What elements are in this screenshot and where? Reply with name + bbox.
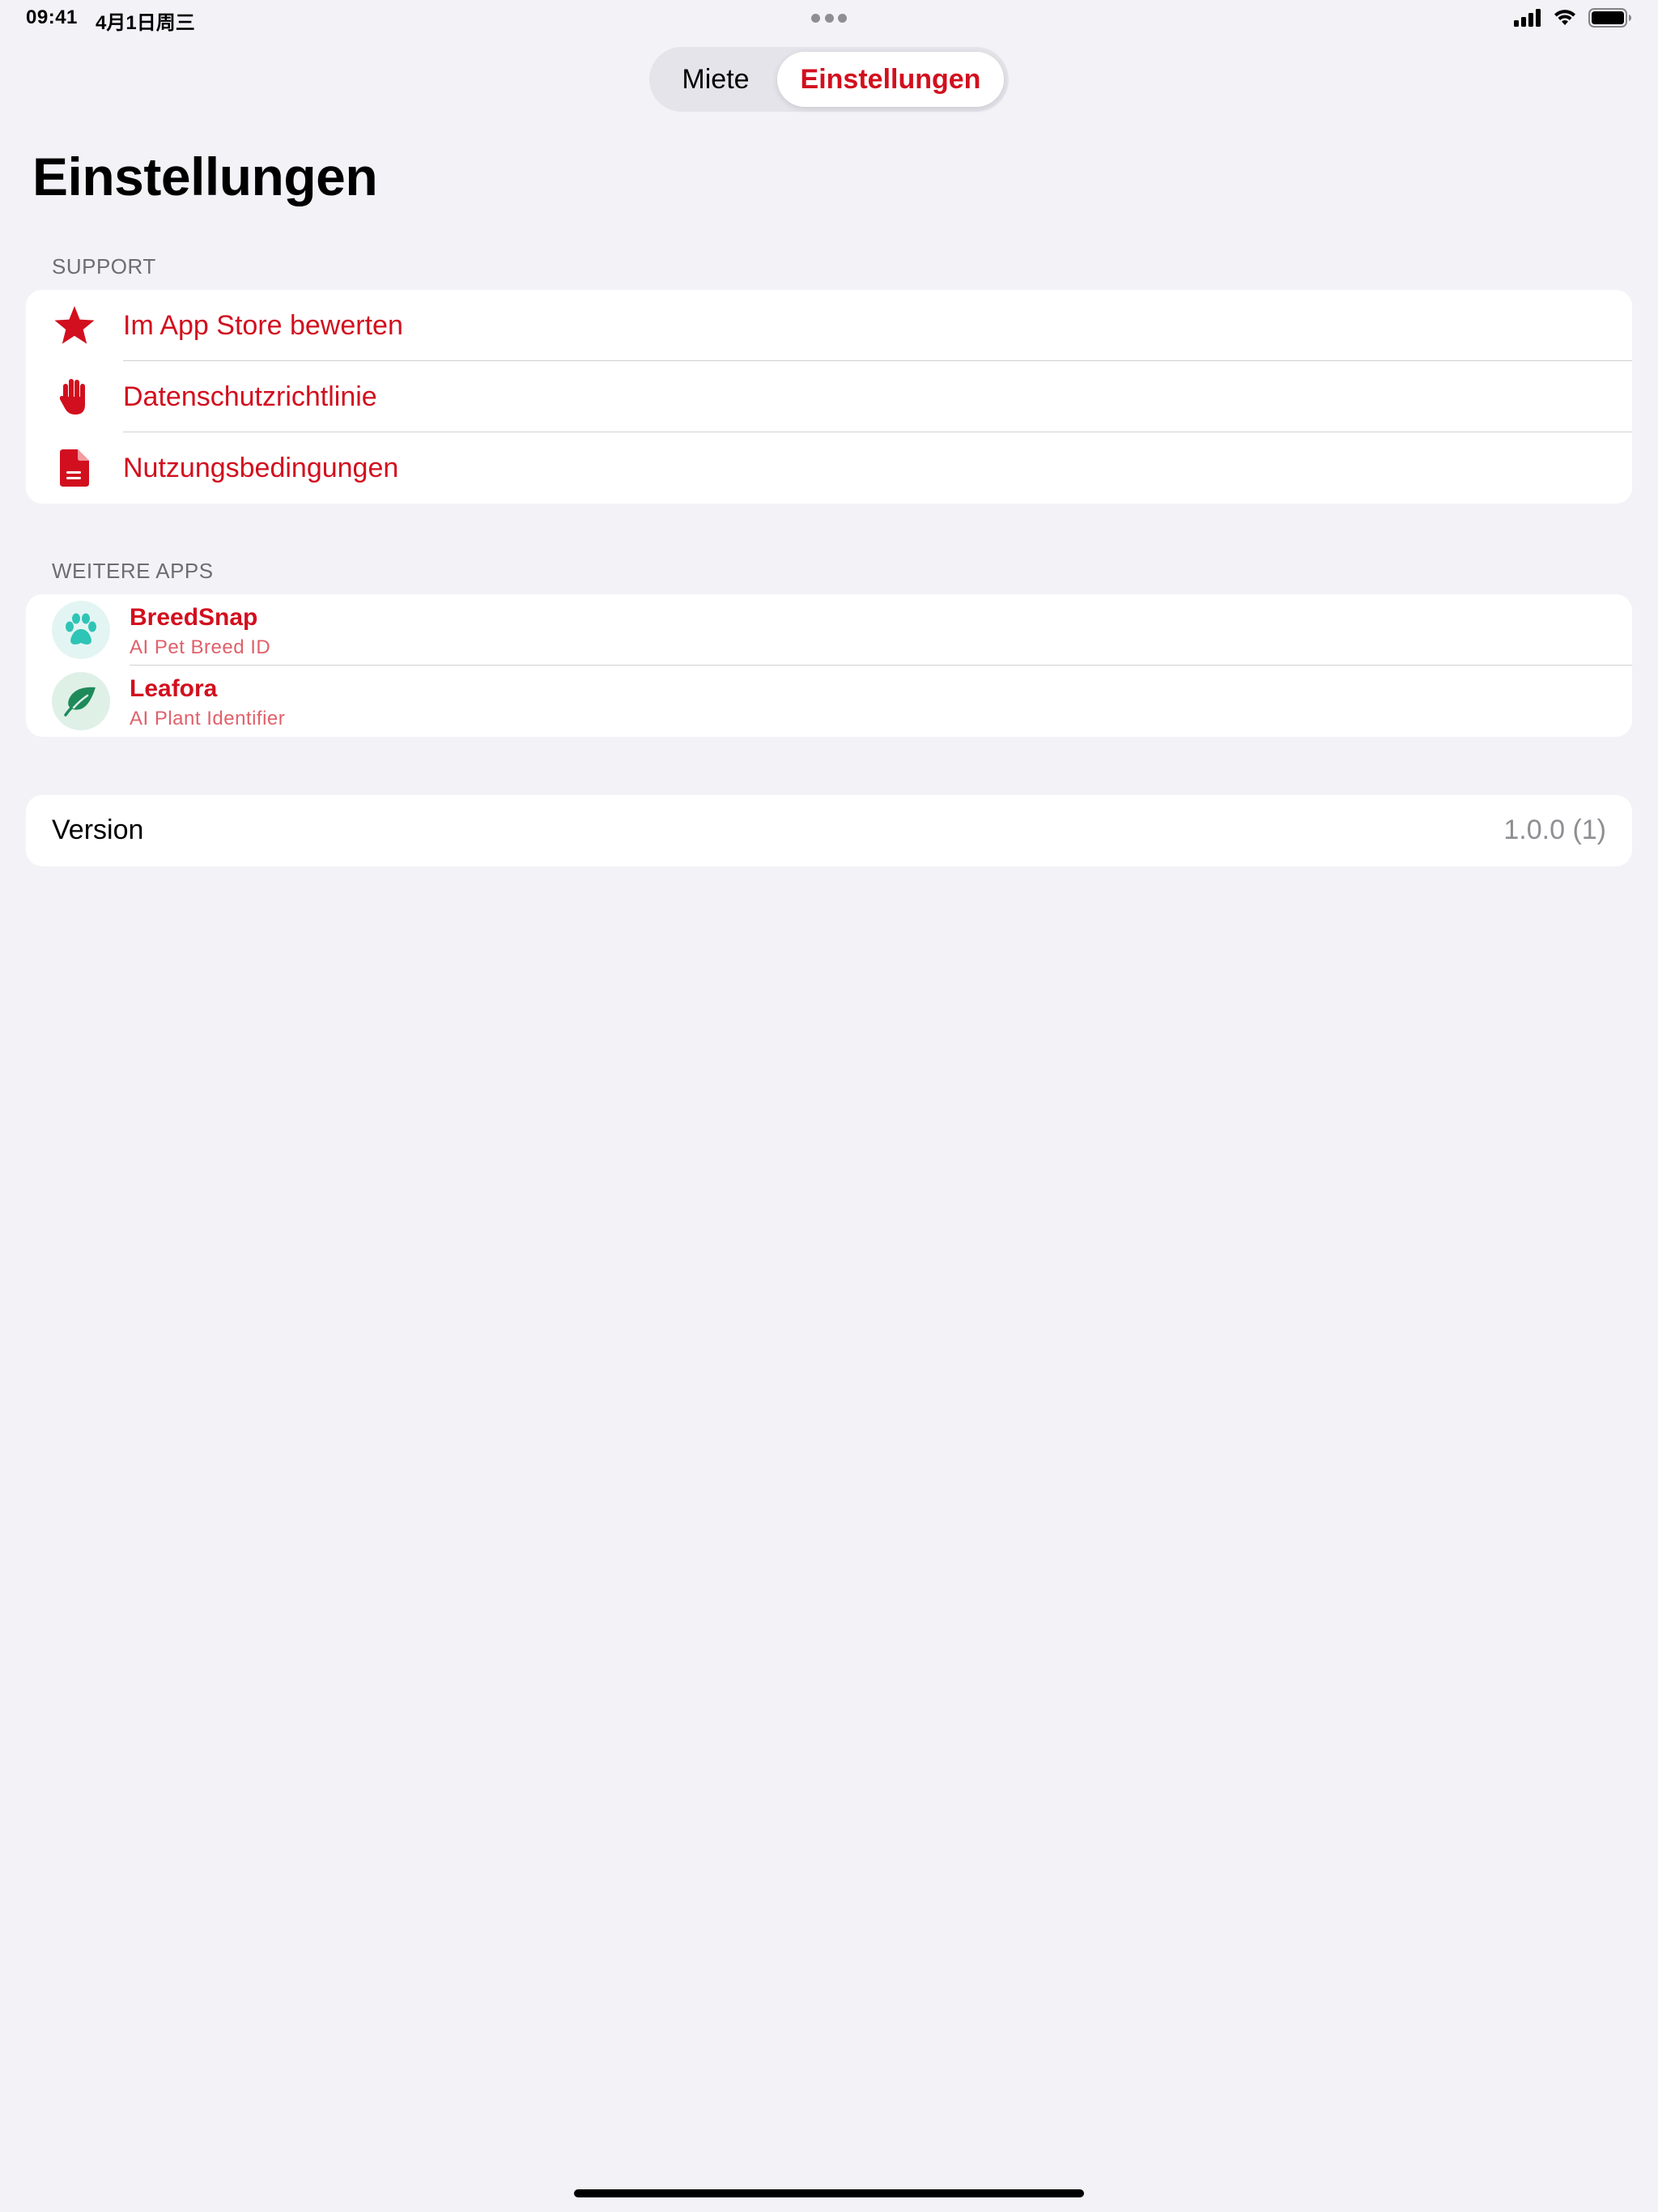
wifi-icon: [1554, 10, 1575, 25]
document-icon: [52, 445, 97, 491]
leaf-icon: [52, 672, 110, 730]
version-group: Version 1.0.0 (1): [26, 795, 1632, 866]
terms-of-use-label: Nutzungsbedingungen: [123, 452, 399, 483]
support-group: Im App Store bewerten Datenschutzrichtli…: [26, 290, 1632, 504]
tab-einstellungen[interactable]: Einstellungen: [777, 52, 1004, 107]
rate-app-row[interactable]: Im App Store bewerten: [26, 290, 1632, 361]
version-row: Version 1.0.0 (1): [26, 795, 1632, 866]
hand-raised-icon: [52, 374, 97, 419]
paw-icon: [52, 601, 110, 659]
status-time: 09:41: [26, 6, 78, 28]
dot-icon: [811, 14, 820, 23]
star-icon: [52, 303, 97, 348]
status-date: 4月1日周三: [96, 12, 195, 34]
app-row-breedsnap[interactable]: BreedSnap AI Pet Breed ID: [26, 594, 1632, 666]
multitasking-menu-button[interactable]: [811, 14, 847, 23]
tab-segmented-control: Miete Einstellungen: [649, 47, 1009, 112]
app-subtitle-leafora: AI Plant Identifier: [130, 708, 286, 730]
status-icons: [1514, 8, 1632, 28]
home-indicator[interactable]: [574, 2189, 1084, 2197]
version-label: Version: [52, 815, 144, 845]
app-subtitle-breedsnap: AI Pet Breed ID: [130, 636, 271, 658]
settings-screen: 09:41 4月1日周三 Miete Einstellungen Einstel…: [0, 0, 1658, 2212]
app-row-leafora[interactable]: Leafora AI Plant Identifier: [26, 666, 1632, 737]
battery-icon: [1588, 8, 1631, 28]
terms-of-use-row[interactable]: Nutzungsbedingungen: [26, 432, 1632, 504]
privacy-policy-row[interactable]: Datenschutzrichtlinie: [26, 361, 1632, 432]
status-bar: 09:41 4月1日周三: [0, 0, 1658, 39]
version-value: 1.0.0 (1): [1503, 815, 1606, 845]
rate-app-label: Im App Store bewerten: [123, 309, 403, 341]
support-section-header: SUPPORT: [52, 254, 156, 279]
more-apps-section-header: WEITERE APPS: [52, 559, 214, 583]
app-name-leafora: Leafora: [130, 675, 218, 702]
app-name-breedsnap: BreedSnap: [130, 604, 258, 631]
more-apps-group: BreedSnap AI Pet Breed ID Leafora AI Pla…: [26, 594, 1632, 737]
dot-icon: [838, 14, 847, 23]
dot-icon: [824, 14, 834, 23]
tab-miete[interactable]: Miete: [654, 52, 777, 107]
privacy-policy-label: Datenschutzrichtlinie: [123, 381, 377, 412]
cellular-signal-icon: [1514, 9, 1541, 27]
page-title: Einstellungen: [32, 147, 378, 206]
